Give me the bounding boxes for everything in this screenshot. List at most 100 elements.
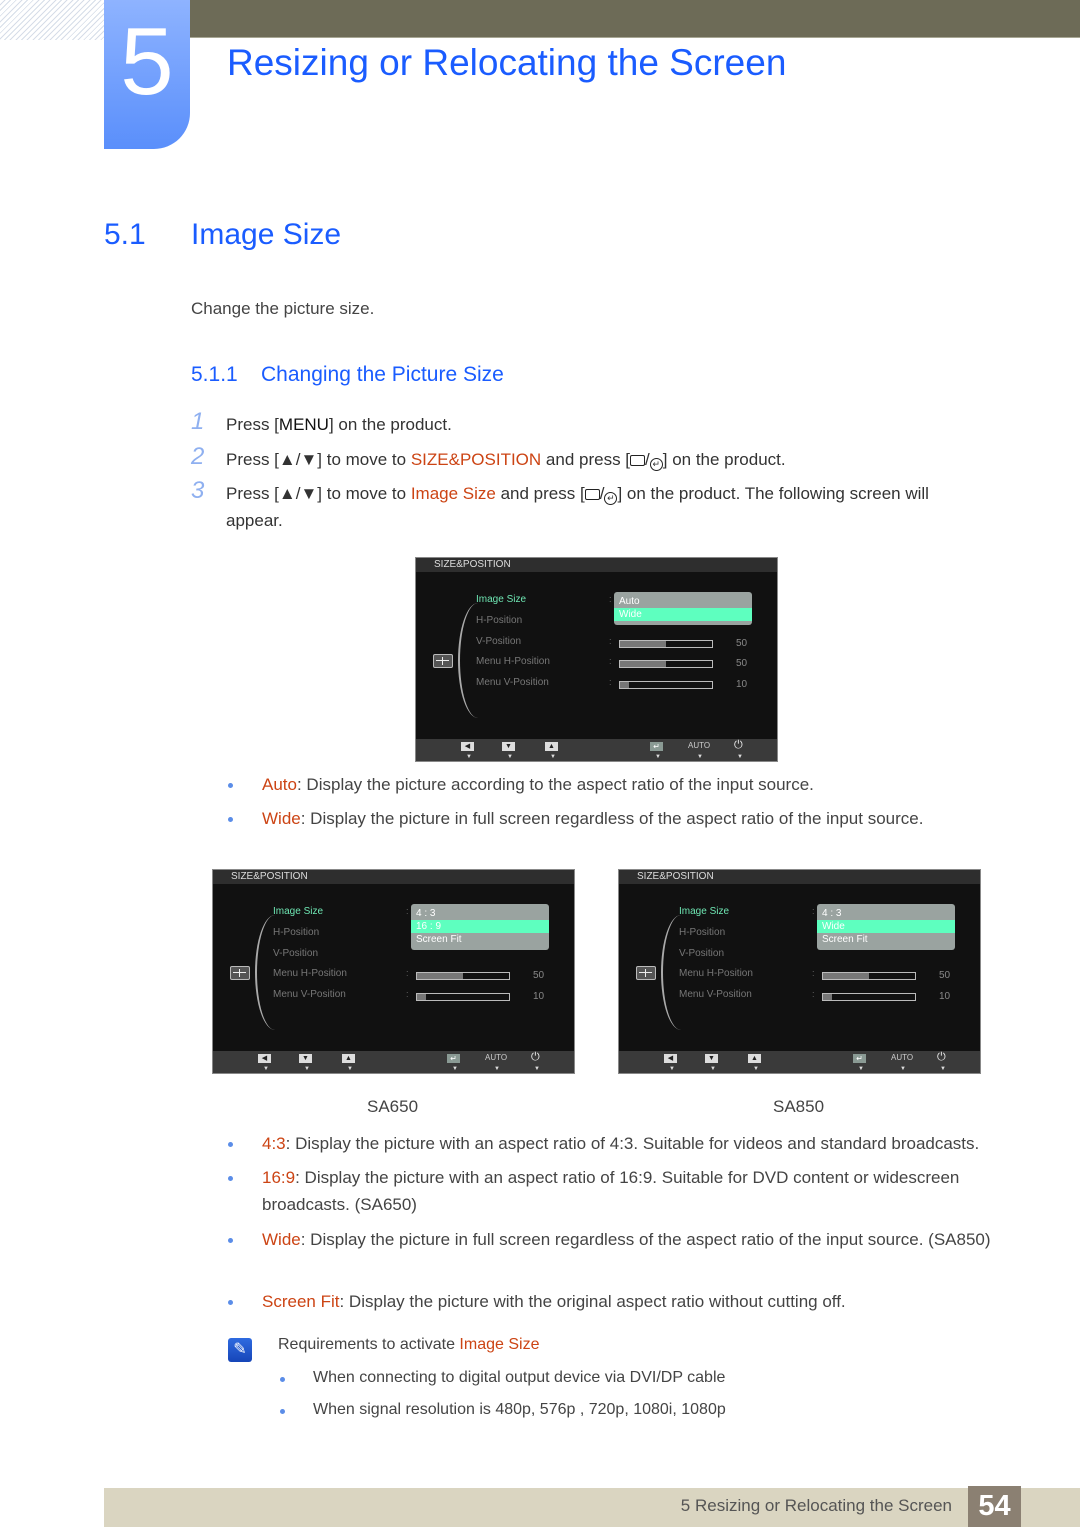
osd-slider-value: 50: [736, 658, 748, 669]
osd-power-button-icon[interactable]: ⏻: [734, 739, 743, 752]
osd-menu-item: Image Size: [273, 906, 324, 917]
osd-tick-icon: ▼: [710, 1066, 716, 1072]
osd-slider[interactable]: [416, 993, 510, 1001]
osd-slider-value: 10: [939, 991, 951, 1002]
chapter-top-bar: [190, 0, 1080, 38]
osd-button-bar: ◀ ▼ ▲ ↵ AUTO ⏻ ▼ ▼ ▼ ▼ ▼ ▼: [416, 739, 777, 761]
bullet-dot: [280, 1377, 285, 1382]
osd-down-button-icon[interactable]: ▼: [299, 1054, 312, 1063]
osd-menu-item: Menu V-Position: [679, 989, 752, 1000]
subsection-title: Changing the Picture Size: [261, 363, 504, 386]
bullet-dot: [228, 817, 233, 822]
osd-left-button-icon[interactable]: ◀: [664, 1054, 677, 1063]
osd-image-size-dropdown[interactable]: 4 : 3 Wide Screen Fit: [817, 904, 955, 950]
osd-colon: :: [812, 968, 815, 978]
bullet-dot: [228, 1300, 233, 1305]
bullet-desc: : Display the picture in full screen reg…: [300, 1230, 991, 1249]
osd-slider[interactable]: [822, 993, 916, 1001]
osd-up-button-icon[interactable]: ▲: [342, 1054, 355, 1063]
step-text-post: ] on the product.: [662, 450, 786, 469]
osd-option[interactable]: 4 : 3: [411, 907, 549, 920]
osd-slider[interactable]: [619, 681, 713, 689]
osd-slider[interactable]: [619, 640, 713, 648]
osd-enter-button-icon[interactable]: ↵: [853, 1054, 866, 1063]
osd-tick-icon: ▼: [669, 1066, 675, 1072]
osd-colon: :: [812, 906, 815, 916]
osd-auto-button[interactable]: AUTO: [688, 741, 710, 750]
osd-menu-item: V-Position: [679, 948, 725, 959]
osd-colon: :: [812, 989, 815, 999]
osd-power-button-icon[interactable]: ⏻: [937, 1051, 946, 1064]
osd-tick-icon: ▼: [655, 754, 661, 760]
step-text-pre: Press [: [226, 415, 279, 434]
osd-slider-fill: [823, 994, 833, 1000]
osd-colon: :: [406, 989, 409, 999]
osd-slider-value: 10: [736, 679, 748, 690]
osd-tick-icon: ▼: [940, 1066, 946, 1072]
caption-sa650: SA650: [367, 1097, 419, 1116]
osd-header: SIZE&POSITION: [416, 558, 777, 572]
osd-slider-fill: [620, 682, 630, 688]
osd-up-button-icon[interactable]: ▲: [748, 1054, 761, 1063]
osd-image-size-dropdown[interactable]: Auto Wide: [614, 592, 752, 625]
osd-tick-icon: ▼: [466, 754, 472, 760]
osd-menu-item: Menu V-Position: [273, 989, 346, 1000]
osd-menu-item: Menu H-Position: [476, 656, 550, 667]
osd-option[interactable]: Wide: [817, 920, 955, 933]
osd-option[interactable]: Screen Fit: [411, 933, 549, 946]
chapter-number-badge: 5: [104, 0, 190, 149]
osd-left-button-icon[interactable]: ◀: [258, 1054, 271, 1063]
osd-tick-icon: ▼: [452, 1066, 458, 1072]
bullet-desc: : Display the picture in full screen reg…: [300, 809, 924, 828]
section-title: Image Size: [191, 218, 342, 251]
osd-size-position-icon: [230, 966, 250, 980]
osd-down-button-icon[interactable]: ▼: [705, 1054, 718, 1063]
note-pencil-icon: ✎: [228, 1338, 252, 1362]
osd-enter-button-icon[interactable]: ↵: [650, 742, 663, 751]
bullet-text: Wide: Display the picture in full screen…: [262, 1226, 1022, 1253]
osd-menu-item: Image Size: [476, 594, 527, 605]
osd-colon: :: [609, 594, 612, 604]
osd-menu-item: H-Position: [476, 615, 523, 626]
source-key-icon: [630, 455, 646, 466]
note-title-text: Requirements to activate: [278, 1336, 460, 1353]
enter-key-icon: ↵: [604, 492, 618, 505]
osd-auto-button[interactable]: AUTO: [485, 1053, 507, 1062]
osd-slider-value: 50: [533, 970, 545, 981]
page-number: 54: [968, 1486, 1021, 1527]
step-text-mid: and press [: [541, 450, 631, 469]
osd-up-button-icon[interactable]: ▲: [545, 742, 558, 751]
step-text: Press [▲/▼] to move to Image Size and pr…: [226, 484, 929, 530]
osd-down-button-icon[interactable]: ▼: [502, 742, 515, 751]
bullet-dot: [228, 1238, 233, 1243]
osd-slider[interactable]: [822, 972, 916, 980]
osd-option[interactable]: Auto: [614, 595, 752, 608]
osd-left-button-icon[interactable]: ◀: [461, 742, 474, 751]
osd-menu-item: Image Size: [679, 906, 730, 917]
osd-slider[interactable]: [619, 660, 713, 668]
osd-button-bar: ◀ ▼ ▲ ↵ AUTO ⏻ ▼ ▼ ▼ ▼ ▼ ▼: [213, 1051, 574, 1073]
note-title: Requirements to activate Image Size: [278, 1336, 539, 1354]
osd-option[interactable]: 16 : 9: [411, 920, 549, 933]
osd-auto-button[interactable]: AUTO: [891, 1053, 913, 1062]
bullet-desc: : Display the picture with an aspect rat…: [285, 1134, 980, 1153]
osd-enter-button-icon[interactable]: ↵: [447, 1054, 460, 1063]
subsection-number: 5.1.1: [191, 363, 238, 386]
osd-size-position-icon: [433, 654, 453, 668]
bullet-term: Wide: [262, 1230, 301, 1249]
osd-option[interactable]: 4 : 3: [817, 907, 955, 920]
osd-screen-sa850: SIZE&POSITION Image Size H-Position V-Posit…: [618, 869, 981, 1074]
bullet-dot: [280, 1409, 285, 1414]
osd-screen-main: SIZE&POSITION Image Size H-Position V-Posit…: [415, 557, 778, 762]
osd-image-size-dropdown[interactable]: 4 : 3 16 : 9 Screen Fit: [411, 904, 549, 950]
osd-power-button-icon[interactable]: ⏻: [531, 1051, 540, 1064]
bullet-term: 16:9: [262, 1168, 296, 1187]
osd-option[interactable]: Wide: [614, 608, 752, 621]
bullet-term: Screen Fit: [262, 1292, 340, 1311]
osd-option[interactable]: Screen Fit: [817, 933, 955, 946]
osd-colon: :: [609, 656, 612, 666]
osd-slider[interactable]: [416, 972, 510, 980]
step-text-post: ] on the product.: [328, 415, 452, 434]
osd-tick-icon: ▼: [347, 1066, 353, 1072]
bullet-text: Screen Fit: Display the picture with the…: [262, 1288, 1022, 1315]
